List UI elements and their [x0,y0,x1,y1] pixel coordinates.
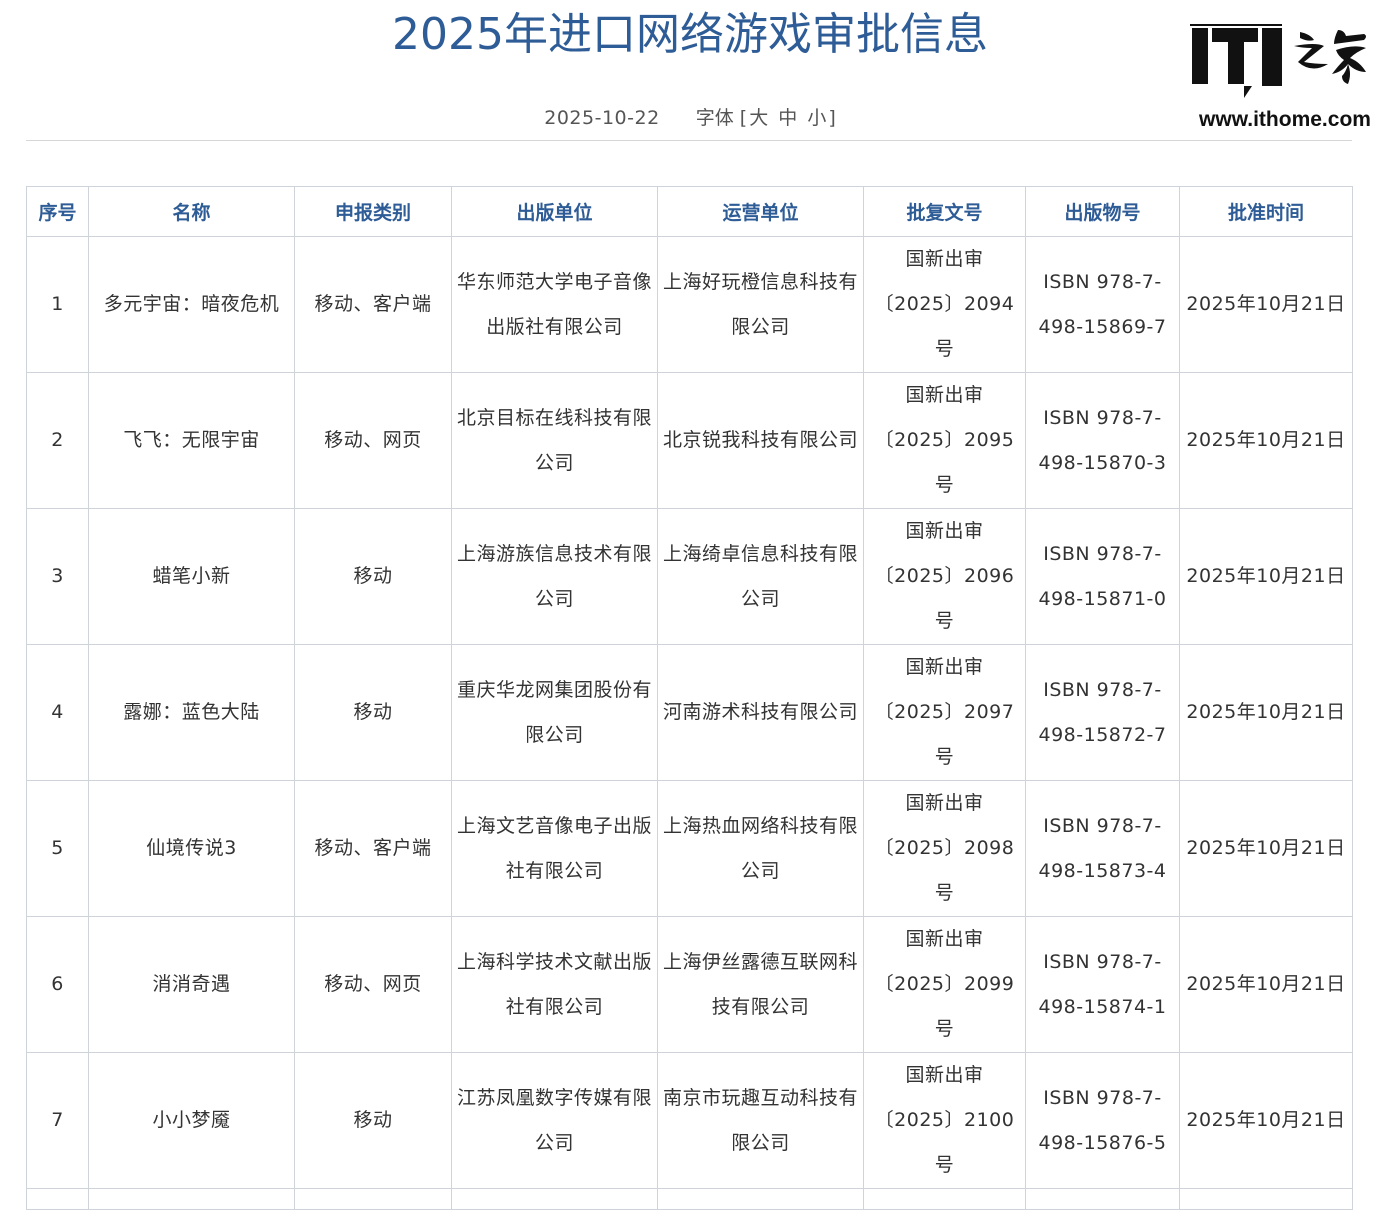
cell-index: 2 [26,372,89,509]
cell-isbn: ISBN 978-7-498-15874-1 [1025,916,1180,1053]
cell-publisher: 上海文艺音像电子出版社有限公司 [451,780,658,917]
cell-isbn: ISBN 978-7-498-15876-5 [1025,1052,1180,1189]
font-size-label: 字体 [695,107,734,129]
cell-approval-number: 国新出审〔2025〕2097号 [863,644,1026,781]
cell-name: 多元宇宙：暗夜危机 [88,236,295,373]
cell-isbn: ISBN 978-7-498-15873-4 [1025,780,1180,917]
cell-publisher: 北京目标在线科技有限公司 [451,372,658,509]
cell-approval-number: 国新出审〔2025〕2099号 [863,916,1026,1053]
table-row: 5 仙境传说3 移动、客户端 上海文艺音像电子出版社有限公司 上海热血网络科技有… [26,780,1353,917]
cell-approval-number: 国新出审〔2025〕2100号 [863,1052,1026,1189]
header-approval-number: 批复文号 [863,186,1026,237]
cell-operator: 上海热血网络科技有限公司 [657,780,864,917]
publish-date: 2025-10-22 [544,107,660,129]
cell-approval-number: 国新出审〔2025〕2094号 [863,236,1026,373]
header-index: 序号 [26,186,89,237]
cell-category: 移动、网页 [294,372,452,509]
table-row: 1 多元宇宙：暗夜危机 移动、客户端 华东师范大学电子音像出版社有限公司 上海好… [26,236,1353,373]
cell-approval-number: 国新出审〔2025〕2096号 [863,508,1026,645]
header-divider [26,140,1352,141]
cell-operator: 南京市玩趣互动科技有限公司 [657,1052,864,1189]
cell-index: 7 [26,1052,89,1189]
cell-category: 移动、客户端 [294,236,452,373]
font-medium-button[interactable]: 中 [776,107,799,129]
cell-approval-date: 2025年10月21日 [1179,372,1353,509]
cell-category: 移动 [294,1052,452,1189]
cell-approval-number: 国新出审〔2025〕2098号 [863,780,1026,917]
cell-name: 小小梦魇 [88,1052,295,1189]
cell-approval-date: 2025年10月21日 [1179,236,1353,373]
cell-name: 飞飞：无限宇宙 [88,372,295,509]
article-meta: 2025-10-22 字体 [大 中 小] [0,103,1380,133]
cell-operator: 上海伊丝露德互联网科技有限公司 [657,916,864,1053]
cell-isbn: ISBN 978-7-498-15871-0 [1025,508,1180,645]
font-bracket-close: ] [828,107,836,129]
cell-operator: 上海绮卓信息科技有限公司 [657,508,864,645]
cell-operator: 河南游术科技有限公司 [657,644,864,781]
header-operator: 运营单位 [657,186,864,237]
font-large-button[interactable]: 大 [747,107,770,129]
font-small-button[interactable]: 小 [805,107,828,129]
cell-approval-date: 2025年10月21日 [1179,508,1353,645]
cell-approval-date: 2025年10月21日 [1179,780,1353,917]
page-title: 2025年进口网络游戏审批信息 [392,9,988,60]
cell-approval-date: 2025年10月21日 [1179,916,1353,1053]
cell-publisher: 江苏凤凰数字传媒有限公司 [451,1052,658,1189]
cell-category: 移动 [294,508,452,645]
cell-operator: 上海好玩橙信息科技有限公司 [657,236,864,373]
cell-category: 移动 [294,644,452,781]
cell-index: 4 [26,644,89,781]
cell-approval-number: 国新出审〔2025〕2095号 [863,372,1026,509]
table-row: 6 消消奇遇 移动、网页 上海科学技术文献出版社有限公司 上海伊丝露德互联网科技… [26,916,1353,1053]
cell-category: 移动、网页 [294,916,452,1053]
cell-index: 5 [26,780,89,917]
header-approval-date: 批准时间 [1179,186,1353,237]
cell-isbn: ISBN 978-7-498-15870-3 [1025,372,1180,509]
ithome-url: www.ithome.com [1199,108,1371,131]
cell-publisher: 华东师范大学电子音像出版社有限公司 [451,236,658,373]
cell-name: 蜡笔小新 [88,508,295,645]
cell-publisher: 重庆华龙网集团股份有限公司 [451,644,658,781]
header-category: 申报类别 [294,186,452,237]
cell-publisher: 上海科学技术文献出版社有限公司 [451,916,658,1053]
header-name: 名称 [88,186,295,237]
header-isbn: 出版物号 [1025,186,1180,237]
cell-name: 消消奇遇 [88,916,295,1053]
table-row: 3 蜡笔小新 移动 上海游族信息技术有限公司 上海绮卓信息科技有限公司 国新出审… [26,508,1353,645]
cell-approval-date: 2025年10月21日 [1179,1052,1353,1189]
table-row: 2 飞飞：无限宇宙 移动、网页 北京目标在线科技有限公司 北京锐我科技有限公司 … [26,372,1353,509]
cell-name: 露娜：蓝色大陆 [88,644,295,781]
cell-operator: 北京锐我科技有限公司 [657,372,864,509]
cell-publisher: 上海游族信息技术有限公司 [451,508,658,645]
cell-name: 仙境传说3 [88,780,295,917]
ithome-logo-mark [1190,24,1366,98]
table-row: 7 小小梦魇 移动 江苏凤凰数字传媒有限公司 南京市玩趣互动科技有限公司 国新出… [26,1052,1353,1189]
cell-isbn: ISBN 978-7-498-15869-7 [1025,236,1180,373]
cell-index: 1 [26,236,89,373]
header-publisher: 出版单位 [451,186,658,237]
cell-index: 3 [26,508,89,645]
table-header-row: 序号 名称 申报类别 出版单位 运营单位 批复文号 出版物号 批准时间 [26,186,1353,237]
cell-category: 移动、客户端 [294,780,452,917]
cell-index: 6 [26,916,89,1053]
approval-table: 序号 名称 申报类别 出版单位 运营单位 批复文号 出版物号 批准时间 1 多元… [26,186,1353,1210]
cell-isbn: ISBN 978-7-498-15872-7 [1025,644,1180,781]
ithome-logo: www.ithome.com [1188,24,1380,136]
cell-approval-date: 2025年10月21日 [1179,644,1353,781]
table-row-partial [26,1188,1353,1210]
table-row: 4 露娜：蓝色大陆 移动 重庆华龙网集团股份有限公司 河南游术科技有限公司 国新… [26,644,1353,781]
